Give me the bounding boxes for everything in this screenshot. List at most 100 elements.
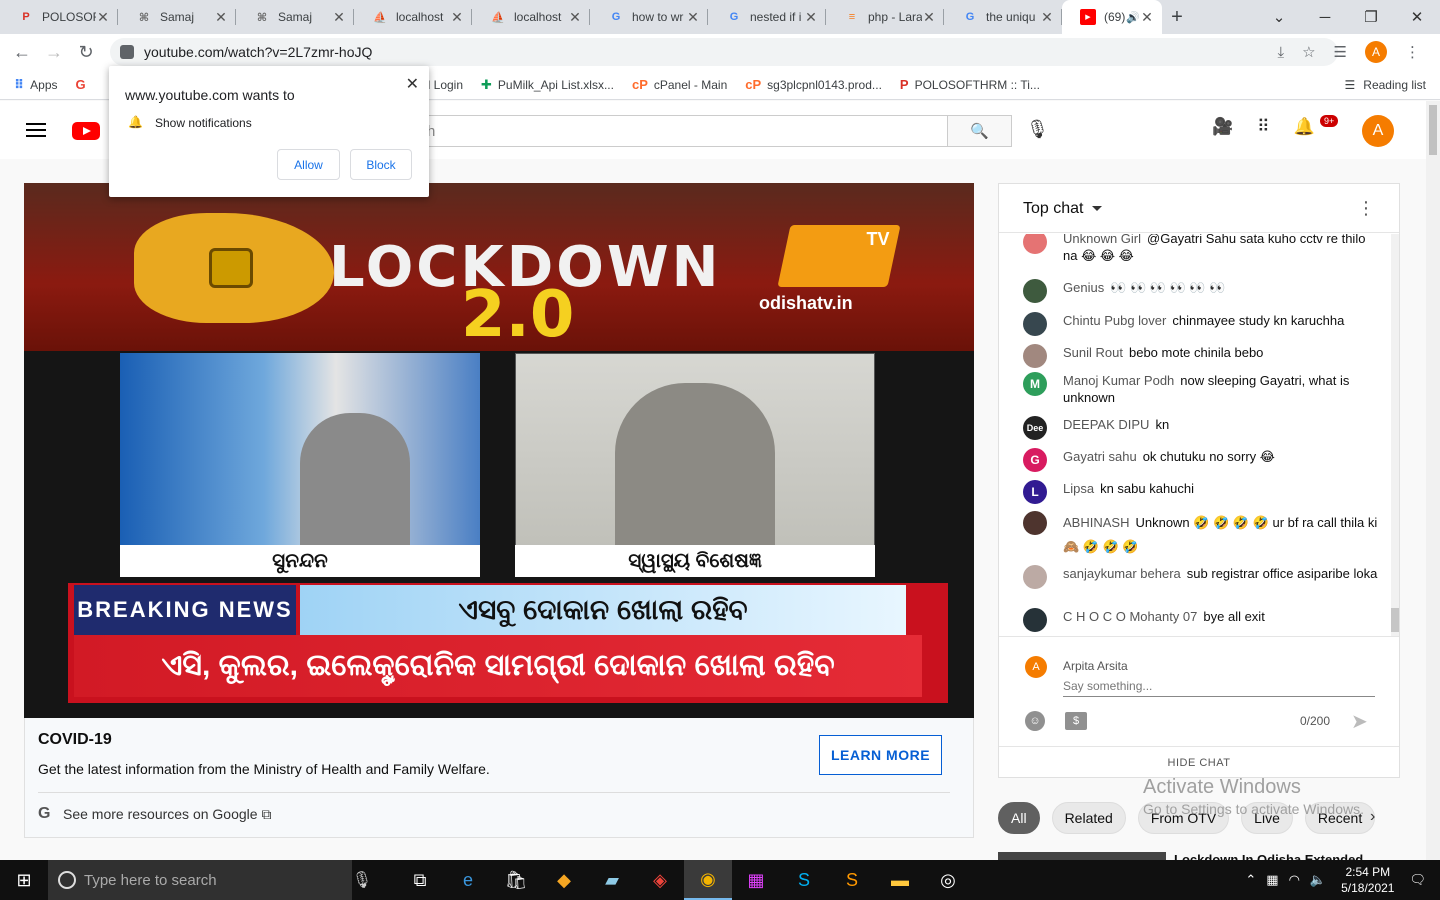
- minimize-icon[interactable]: ─: [1302, 9, 1348, 26]
- notepad-icon[interactable]: ▰: [588, 860, 636, 900]
- action-center-icon[interactable]: 🗨: [1409, 872, 1426, 888]
- browser-tab[interactable]: Ghow to wr ✕: [590, 0, 708, 34]
- tab-close-icon[interactable]: ✕: [1040, 9, 1054, 26]
- chevron-right-icon[interactable]: ›: [1370, 808, 1375, 826]
- sublime-icon[interactable]: S: [828, 860, 876, 900]
- bookmark-pumilk[interactable]: ✚ PuMilk_Api List.xlsx...: [481, 77, 614, 93]
- lock-icon[interactable]: [120, 45, 134, 59]
- install-icon[interactable]: ⤓: [1277, 44, 1284, 61]
- scrollbar-thumb[interactable]: [1429, 105, 1437, 155]
- chat-message[interactable]: Genius 👀 👀 👀 👀 👀 👀: [1023, 279, 1379, 303]
- chip-all[interactable]: All: [998, 802, 1040, 834]
- send-icon[interactable]: ➤: [1351, 709, 1368, 734]
- wifi-icon[interactable]: ◠: [1289, 872, 1300, 888]
- next-video-thumbnail[interactable]: [998, 852, 1166, 860]
- popup-close-icon[interactable]: ✕: [406, 74, 419, 94]
- tab-close-icon[interactable]: ✕: [450, 9, 464, 26]
- chat-message[interactable]: Dee DEEPAK DIPU kn: [1023, 416, 1379, 440]
- forward-icon[interactable]: →: [38, 42, 70, 63]
- chat-message[interactable]: ABHINASH Unknown 🤣 🤣 🤣 🤣 ur bf ra call th…: [1023, 511, 1379, 559]
- tray-app-icon[interactable]: ▦: [1266, 872, 1278, 888]
- search-input[interactable]: h: [418, 115, 948, 147]
- profile-avatar[interactable]: A: [1365, 41, 1387, 63]
- chat-scrollbar[interactable]: [1391, 234, 1399, 636]
- chrome-icon[interactable]: ◉: [684, 860, 732, 900]
- address-bar[interactable]: youtube.com/watch?v=2L7zmr-hoJQ: [110, 38, 1338, 66]
- video-player[interactable]: LOCKDOWN 2.0 TV odishatv.in ସୁନନ୍ଦନ ସ୍ୱା…: [24, 183, 974, 718]
- media-control-icon[interactable]: ☰: [1334, 43, 1347, 61]
- tab-close-icon[interactable]: ✕: [332, 9, 346, 26]
- chat-message[interactable]: Unknown Girl @Gayatri Sahu sata kuho cctv…: [1023, 234, 1379, 264]
- microphone-icon[interactable]: 🎙: [352, 870, 372, 890]
- hamburger-menu-icon[interactable]: [26, 123, 46, 137]
- bookmark-polosoft[interactable]: P POLOSOFTHRM :: Ti...: [900, 77, 1040, 92]
- reading-list-button[interactable]: ☰ Reading list: [1345, 70, 1426, 100]
- chat-message[interactable]: M Manoj Kumar Podh now sleeping Gayatri, w…: [1023, 372, 1379, 406]
- chat-message[interactable]: sanjaykumar behera sub registrar office a…: [1023, 565, 1379, 589]
- obs-icon[interactable]: ◎: [924, 860, 972, 900]
- task-view-icon[interactable]: ⧉: [396, 860, 444, 900]
- browser-tab[interactable]: ⛵ localhost ✕: [472, 0, 590, 34]
- browser-tab[interactable]: P POLOSOFT✕: [0, 0, 118, 34]
- tab-close-icon[interactable]: ✕: [922, 9, 936, 26]
- chevron-down-icon[interactable]: [1092, 206, 1102, 211]
- allow-button[interactable]: Allow: [277, 149, 340, 180]
- reload-icon[interactable]: ↻: [70, 42, 102, 63]
- chip-related[interactable]: Related: [1051, 802, 1126, 834]
- audio-icon[interactable]: 🔊: [1126, 11, 1140, 24]
- new-tab-button[interactable]: +: [1162, 6, 1192, 29]
- block-button[interactable]: Block: [350, 149, 412, 180]
- chat-message[interactable]: C H O C O Mohanty 07 bye all exit: [1023, 608, 1379, 632]
- tab-close-icon[interactable]: ✕: [1140, 9, 1154, 26]
- chat-mode-dropdown[interactable]: Top chat: [1023, 200, 1083, 218]
- skype-icon[interactable]: S: [780, 860, 828, 900]
- super-chat-icon[interactable]: $: [1065, 712, 1087, 730]
- tab-close-icon[interactable]: ✕: [96, 9, 110, 26]
- bookmark-sg3[interactable]: cP sg3plcpnl0143.prod...: [745, 77, 882, 92]
- clock[interactable]: 2:54 PM 5/18/2021: [1341, 864, 1394, 896]
- chat-scrollbar-thumb[interactable]: [1391, 608, 1399, 632]
- tray-chevron-icon[interactable]: ⌃: [1245, 872, 1256, 888]
- chat-message[interactable]: Chintu Pubg lover chinmayee study kn karu…: [1023, 312, 1379, 336]
- chat-menu-kebab-icon[interactable]: ⋮: [1357, 198, 1375, 219]
- page-scrollbar[interactable]: [1426, 101, 1440, 860]
- tab-close-icon[interactable]: ✕: [804, 9, 818, 26]
- bookmark-google[interactable]: G: [76, 77, 92, 92]
- account-avatar[interactable]: A: [1362, 115, 1394, 147]
- tab-close-icon[interactable]: ✕: [568, 9, 582, 26]
- browser-tab[interactable]: Gnested if i ✕: [708, 0, 826, 34]
- browser-tab[interactable]: ⌘ Samaj ✕: [236, 0, 354, 34]
- create-video-icon[interactable]: 🎥: [1212, 117, 1233, 137]
- menu-kebab-icon[interactable]: ⋮: [1405, 43, 1420, 61]
- browser-tab-active[interactable]: ▶ (69) C🔊✕: [1062, 0, 1162, 34]
- emoji-icon[interactable]: ☺: [1025, 711, 1045, 731]
- volume-icon[interactable]: 🔈: [1310, 872, 1326, 888]
- see-more-resources-link[interactable]: See more resources on Google ⧉: [63, 806, 271, 823]
- file-explorer-icon[interactable]: ▬: [876, 860, 924, 900]
- bookmark-cpanel[interactable]: cP cPanel - Main: [632, 77, 727, 92]
- chat-message[interactable]: G Gayatri sahu ok chutuku no sorry 😂: [1023, 448, 1379, 472]
- bookmark-apps[interactable]: ⠿ Apps: [14, 77, 58, 93]
- paint-icon[interactable]: ▦: [732, 860, 780, 900]
- chat-message[interactable]: Sunil Rout bebo mote chinila bebo: [1023, 344, 1379, 368]
- anydesk-icon[interactable]: ◈: [636, 860, 684, 900]
- learn-more-button[interactable]: LEARN MORE: [819, 735, 942, 775]
- voice-search-icon[interactable]: 🎙: [1026, 119, 1049, 140]
- next-video-title[interactable]: Lockdown In Odisha Extended: [1174, 852, 1363, 860]
- bookmark-star-icon[interactable]: ☆: [1302, 43, 1315, 61]
- browser-tab[interactable]: ⌘ Samaj ✕: [118, 0, 236, 34]
- maximize-icon[interactable]: ❐: [1348, 8, 1394, 26]
- store-icon[interactable]: 🛍: [492, 860, 540, 900]
- search-button[interactable]: 🔍: [947, 115, 1012, 147]
- windows-start-icon[interactable]: ⊞: [0, 860, 48, 900]
- browser-tab[interactable]: ≡ php - Lara ✕: [826, 0, 944, 34]
- git-tool-icon[interactable]: ◆: [540, 860, 588, 900]
- hide-chat-button[interactable]: HIDE CHAT: [999, 746, 1399, 778]
- chat-message-input[interactable]: Say something...: [1063, 675, 1375, 697]
- close-window-icon[interactable]: ✕: [1394, 8, 1440, 26]
- tab-search-icon[interactable]: ⌄: [1256, 8, 1302, 26]
- notifications-bell-icon[interactable]: 🔔: [1294, 117, 1315, 137]
- tab-close-icon[interactable]: ✕: [214, 9, 228, 26]
- taskbar-search-box[interactable]: Type here to search 🎙: [48, 860, 372, 900]
- youtube-logo[interactable]: [72, 122, 100, 140]
